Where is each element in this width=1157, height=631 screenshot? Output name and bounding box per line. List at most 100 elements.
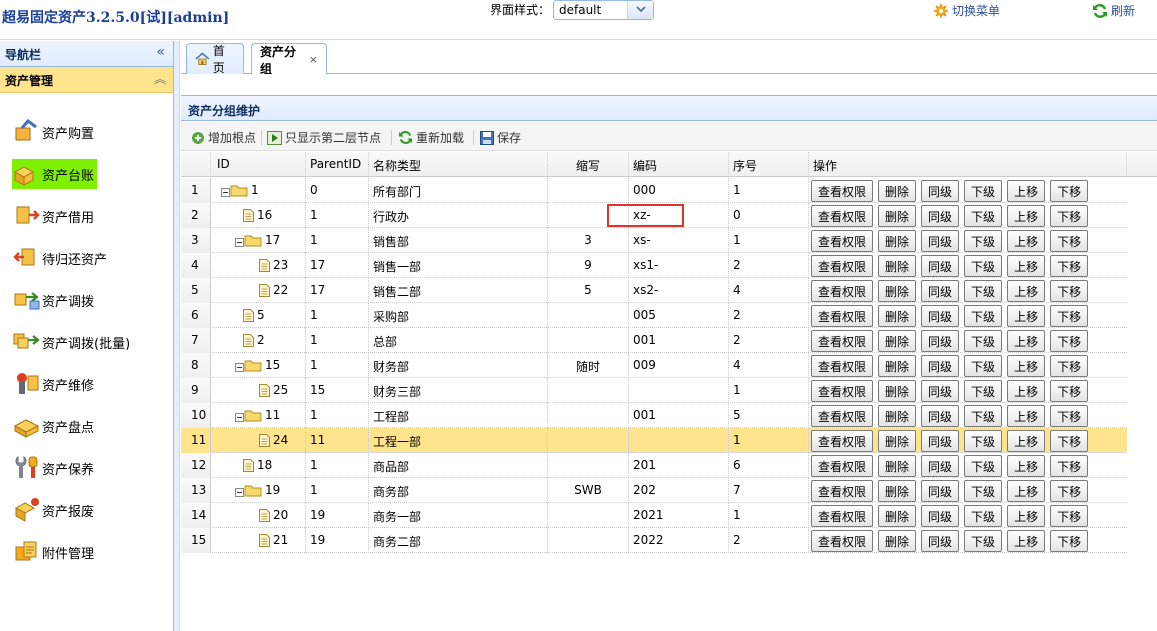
add-child-button[interactable]: 下级 <box>964 505 1003 527</box>
view-permission-button[interactable]: 查看权限 <box>811 230 874 252</box>
add-sibling-button[interactable]: 同级 <box>921 480 960 502</box>
sidebar-item-transfer[interactable]: 资产调拨 <box>12 285 94 315</box>
add-sibling-button[interactable]: 同级 <box>921 205 960 227</box>
delete-button[interactable]: 删除 <box>878 180 917 202</box>
add-child-button[interactable]: 下级 <box>964 280 1003 302</box>
switch-menu-link[interactable]: 切换菜单 <box>933 2 1000 19</box>
view-permission-button[interactable]: 查看权限 <box>811 455 874 477</box>
move-up-button[interactable]: 上移 <box>1007 455 1046 477</box>
move-up-button[interactable]: 上移 <box>1007 280 1046 302</box>
move-down-button[interactable]: 下移 <box>1050 205 1089 227</box>
add-child-button[interactable]: 下级 <box>964 180 1003 202</box>
sidebar-item-scrap[interactable]: 资产报废 <box>12 495 94 525</box>
add-sibling-button[interactable]: 同级 <box>921 330 960 352</box>
save-button[interactable]: 保存 <box>480 129 521 146</box>
move-up-button[interactable]: 上移 <box>1007 305 1046 327</box>
move-down-button[interactable]: 下移 <box>1050 480 1089 502</box>
reload-button[interactable]: 重新加载 <box>398 129 464 146</box>
table-row[interactable]: 8 15 1 财务部 随时 009 4 查看权限 删除 同级 下级 上移 下移 <box>181 353 1127 378</box>
sidebar-item-maintenance[interactable]: 资产保养 <box>12 453 94 483</box>
theme-select[interactable]: default <box>553 0 654 20</box>
add-child-button[interactable]: 下级 <box>964 205 1003 227</box>
delete-button[interactable]: 删除 <box>878 205 917 227</box>
move-up-button[interactable]: 上移 <box>1007 230 1046 252</box>
collapse-sidebar-icon[interactable]: « <box>156 44 165 60</box>
view-permission-button[interactable]: 查看权限 <box>811 405 874 427</box>
grid-header-name[interactable]: 名称类型 <box>369 152 548 177</box>
view-permission-button[interactable]: 查看权限 <box>811 305 874 327</box>
view-permission-button[interactable]: 查看权限 <box>811 255 874 277</box>
table-row[interactable]: 7 2 1 总部 001 2 查看权限 删除 同级 下级 上移 下移 <box>181 328 1127 353</box>
add-sibling-button[interactable]: 同级 <box>921 430 960 452</box>
view-permission-button[interactable]: 查看权限 <box>811 205 874 227</box>
add-child-button[interactable]: 下级 <box>964 455 1003 477</box>
delete-button[interactable]: 删除 <box>878 305 917 327</box>
move-down-button[interactable]: 下移 <box>1050 355 1089 377</box>
view-permission-button[interactable]: 查看权限 <box>811 430 874 452</box>
table-row[interactable]: 15 21 19 商务二部 2022 2 查看权限 删除 同级 下级 上移 下移 <box>181 528 1127 553</box>
sidebar-item-attachment[interactable]: 附件管理 <box>12 537 94 567</box>
table-row[interactable]: 5 22 17 销售二部 5 xs2- 4 查看权限 删除 同级 下级 上移 下移 <box>181 278 1127 303</box>
tab-asset-group[interactable]: 资产分组 × <box>251 43 327 76</box>
tree-collapse-icon[interactable] <box>235 483 244 497</box>
add-sibling-button[interactable]: 同级 <box>921 530 960 552</box>
table-row[interactable]: 6 5 1 采购部 005 2 查看权限 删除 同级 下级 上移 下移 <box>181 303 1127 328</box>
delete-button[interactable]: 删除 <box>878 330 917 352</box>
grid-header-abbr[interactable]: 缩写 <box>548 152 629 177</box>
add-sibling-button[interactable]: 同级 <box>921 305 960 327</box>
move-down-button[interactable]: 下移 <box>1050 380 1089 402</box>
view-permission-button[interactable]: 查看权限 <box>811 280 874 302</box>
sidebar-item-repair[interactable]: 资产维修 <box>12 369 94 399</box>
add-child-button[interactable]: 下级 <box>964 305 1003 327</box>
grid-header-parentid[interactable]: ParentID <box>306 152 369 177</box>
table-row[interactable]: 12 18 1 商品部 201 6 查看权限 删除 同级 下级 上移 下移 <box>181 453 1127 478</box>
delete-button[interactable]: 删除 <box>878 530 917 552</box>
view-permission-button[interactable]: 查看权限 <box>811 530 874 552</box>
add-sibling-button[interactable]: 同级 <box>921 455 960 477</box>
move-down-button[interactable]: 下移 <box>1050 430 1089 452</box>
table-row[interactable]: 1 1 0 所有部门 000 1 查看权限 删除 同级 下级 上移 下移 <box>181 178 1127 203</box>
move-down-button[interactable]: 下移 <box>1050 530 1089 552</box>
sidebar-item-borrow[interactable]: 资产借用 <box>12 201 94 231</box>
delete-button[interactable]: 删除 <box>878 230 917 252</box>
table-row[interactable]: 9 25 15 财务三部 1 查看权限 删除 同级 下级 上移 下移 <box>181 378 1127 403</box>
add-sibling-button[interactable]: 同级 <box>921 405 960 427</box>
table-row[interactable]: 11 24 11 工程一部 1 查看权限 删除 同级 下级 上移 下移 <box>181 428 1127 453</box>
add-child-button[interactable]: 下级 <box>964 330 1003 352</box>
grid-header-id[interactable]: ID <box>211 152 306 177</box>
add-root-button[interactable]: 增加根点 <box>191 129 256 146</box>
table-row[interactable]: 13 19 1 商务部 SWB 202 7 查看权限 删除 同级 下级 上移 下移 <box>181 478 1127 503</box>
move-down-button[interactable]: 下移 <box>1050 280 1089 302</box>
delete-button[interactable]: 删除 <box>878 255 917 277</box>
move-up-button[interactable]: 上移 <box>1007 255 1046 277</box>
add-child-button[interactable]: 下级 <box>964 255 1003 277</box>
sidebar-item-batch-transfer[interactable]: 资产调拨(批量) <box>12 327 130 357</box>
theme-dropdown-button[interactable] <box>627 1 653 19</box>
sidebar-item-purchase[interactable]: 资产购置 <box>12 117 94 147</box>
grid-header-code[interactable]: 编码 <box>629 152 729 177</box>
tree-collapse-icon[interactable] <box>235 233 244 247</box>
delete-button[interactable]: 删除 <box>878 455 917 477</box>
delete-button[interactable]: 删除 <box>878 355 917 377</box>
move-up-button[interactable]: 上移 <box>1007 380 1046 402</box>
move-up-button[interactable]: 上移 <box>1007 330 1046 352</box>
add-child-button[interactable]: 下级 <box>964 355 1003 377</box>
add-child-button[interactable]: 下级 <box>964 530 1003 552</box>
view-permission-button[interactable]: 查看权限 <box>811 480 874 502</box>
move-down-button[interactable]: 下移 <box>1050 230 1089 252</box>
add-sibling-button[interactable]: 同级 <box>921 255 960 277</box>
table-row[interactable]: 10 11 1 工程部 001 5 查看权限 删除 同级 下级 上移 下移 <box>181 403 1127 428</box>
grid-header-seq[interactable]: 序号 <box>729 152 809 177</box>
delete-button[interactable]: 删除 <box>878 280 917 302</box>
add-sibling-button[interactable]: 同级 <box>921 355 960 377</box>
delete-button[interactable]: 删除 <box>878 480 917 502</box>
add-sibling-button[interactable]: 同级 <box>921 230 960 252</box>
tree-collapse-icon[interactable] <box>221 183 230 197</box>
table-row[interactable]: 14 20 19 商务一部 2021 1 查看权限 删除 同级 下级 上移 下移 <box>181 503 1127 528</box>
section-header[interactable]: 资产管理 ︽ <box>0 67 173 93</box>
add-child-button[interactable]: 下级 <box>964 230 1003 252</box>
move-up-button[interactable]: 上移 <box>1007 530 1046 552</box>
refresh-link[interactable]: 刷新 <box>1092 2 1135 19</box>
show-second-level-button[interactable]: 只显示第二层节点 <box>267 129 381 146</box>
sidebar-splitter[interactable] <box>174 41 180 631</box>
